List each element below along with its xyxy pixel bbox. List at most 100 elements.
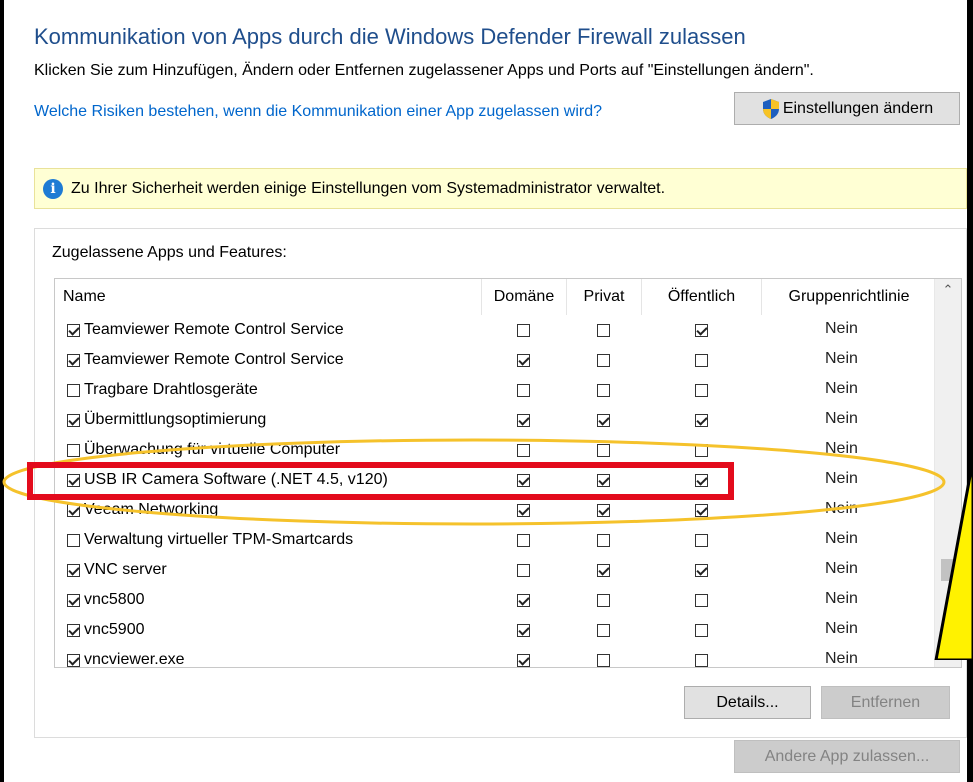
domain-checkbox[interactable] <box>517 474 530 487</box>
group-policy-value: Nein <box>825 590 858 607</box>
group-policy-value: Nein <box>825 440 858 457</box>
app-name: Teamviewer Remote Control Service <box>84 351 344 368</box>
app-row[interactable]: USB IR Camera Software (.NET 4.5, v120) N… <box>55 465 935 495</box>
domain-checkbox[interactable] <box>517 354 530 367</box>
app-enabled-checkbox[interactable] <box>67 383 80 397</box>
app-enabled-checkbox[interactable] <box>67 533 80 547</box>
app-name-cell: vnc5900 <box>67 615 145 645</box>
app-name-cell: Teamviewer Remote Control Service <box>67 345 344 375</box>
group-policy-value: Nein <box>825 620 858 637</box>
page-description: Klicken Sie zum Hinzufügen, Ändern oder … <box>34 62 814 79</box>
private-checkbox[interactable] <box>597 504 610 517</box>
domain-checkbox[interactable] <box>517 414 530 427</box>
public-checkbox[interactable] <box>695 354 708 367</box>
list-scrollbar[interactable]: ⌃ ⌄ <box>934 279 961 667</box>
app-row[interactable]: Übermittlungsoptimierung Nein <box>55 405 935 435</box>
remove-button[interactable]: Entfernen <box>821 686 950 719</box>
column-header-public[interactable]: Öffentlich <box>641 279 761 315</box>
app-name: Überwachung für virtuelle Computer <box>84 441 341 458</box>
allowed-apps-label: Zugelassene Apps und Features: <box>52 244 287 261</box>
risk-info-link[interactable]: Welche Risiken bestehen, wenn die Kommun… <box>34 102 694 122</box>
scroll-down-icon[interactable]: ⌄ <box>935 645 961 667</box>
change-settings-button[interactable]: Einstellungen ändern <box>734 92 960 125</box>
private-checkbox[interactable] <box>597 474 610 487</box>
domain-checkbox[interactable] <box>517 444 530 457</box>
app-enabled-checkbox[interactable] <box>67 473 80 487</box>
app-name: vnc5900 <box>84 621 145 638</box>
app-name-cell: Übermittlungsoptimierung <box>67 405 266 435</box>
add-other-app-button[interactable]: Andere App zulassen... <box>734 740 960 773</box>
domain-checkbox[interactable] <box>517 594 530 607</box>
domain-checkbox[interactable] <box>517 324 530 337</box>
app-enabled-checkbox[interactable] <box>67 593 80 607</box>
column-header-private[interactable]: Privat <box>566 279 641 315</box>
allowed-apps-list[interactable]: Name Domäne Privat Öffentlich Gruppenric… <box>54 278 962 668</box>
app-row[interactable]: Tragbare Drahtlosgeräte Nein <box>55 375 935 405</box>
public-checkbox[interactable] <box>695 504 708 517</box>
app-enabled-checkbox[interactable] <box>67 503 80 517</box>
public-checkbox[interactable] <box>695 324 708 337</box>
app-row[interactable]: Veeam Networking Nein <box>55 495 935 525</box>
domain-checkbox[interactable] <box>517 504 530 517</box>
private-checkbox[interactable] <box>597 414 610 427</box>
domain-checkbox[interactable] <box>517 564 530 577</box>
app-name: Teamviewer Remote Control Service <box>84 321 344 338</box>
app-enabled-checkbox[interactable] <box>67 353 80 367</box>
app-enabled-checkbox[interactable] <box>67 443 80 457</box>
public-checkbox[interactable] <box>695 444 708 457</box>
app-enabled-checkbox[interactable] <box>67 323 80 337</box>
domain-checkbox[interactable] <box>517 384 530 397</box>
app-name-cell: Teamviewer Remote Control Service <box>67 315 344 345</box>
public-checkbox[interactable] <box>695 564 708 577</box>
private-checkbox[interactable] <box>597 534 610 547</box>
uac-shield-icon <box>762 98 779 119</box>
public-checkbox[interactable] <box>695 474 708 487</box>
domain-checkbox[interactable] <box>517 654 530 667</box>
app-row[interactable]: Überwachung für virtuelle Computer Nein <box>55 435 935 465</box>
group-policy-value: Nein <box>825 530 858 547</box>
public-checkbox[interactable] <box>695 534 708 547</box>
app-name: VNC server <box>84 561 167 578</box>
column-header-name[interactable]: Name <box>55 279 481 315</box>
domain-checkbox[interactable] <box>517 624 530 637</box>
app-row[interactable]: Verwaltung virtueller TPM-Smartcards Nein <box>55 525 935 555</box>
private-checkbox[interactable] <box>597 564 610 577</box>
app-row[interactable]: Teamviewer Remote Control Service Nein <box>55 315 935 345</box>
page-title: Kommunikation von Apps durch die Windows… <box>34 24 746 49</box>
app-row[interactable]: vnc5800 Nein <box>55 585 935 615</box>
app-row[interactable]: vncviewer.exe Nein <box>55 645 935 668</box>
group-policy-value: Nein <box>825 350 858 367</box>
private-checkbox[interactable] <box>597 594 610 607</box>
public-checkbox[interactable] <box>695 654 708 667</box>
app-name: Veeam Networking <box>84 501 219 518</box>
private-checkbox[interactable] <box>597 384 610 397</box>
app-row[interactable]: vnc5900 Nein <box>55 615 935 645</box>
private-checkbox[interactable] <box>597 354 610 367</box>
app-row[interactable]: Teamviewer Remote Control Service Nein <box>55 345 935 375</box>
column-header-domain[interactable]: Domäne <box>481 279 566 315</box>
app-enabled-checkbox[interactable] <box>67 563 80 577</box>
domain-checkbox[interactable] <box>517 534 530 547</box>
private-checkbox[interactable] <box>597 654 610 667</box>
firewall-dialog: Kommunikation von Apps durch die Windows… <box>4 0 967 782</box>
app-name: vncviewer.exe <box>84 651 185 668</box>
column-header-group-policy[interactable]: Gruppenrichtlinie <box>761 279 936 315</box>
app-name-cell: USB IR Camera Software (.NET 4.5, v120) <box>67 465 388 495</box>
private-checkbox[interactable] <box>597 624 610 637</box>
private-checkbox[interactable] <box>597 324 610 337</box>
public-checkbox[interactable] <box>695 624 708 637</box>
app-name: Übermittlungsoptimierung <box>84 411 267 428</box>
app-enabled-checkbox[interactable] <box>67 623 80 637</box>
app-enabled-checkbox[interactable] <box>67 413 80 427</box>
app-row[interactable]: VNC server Nein <box>55 555 935 585</box>
public-checkbox[interactable] <box>695 384 708 397</box>
public-checkbox[interactable] <box>695 594 708 607</box>
app-enabled-checkbox[interactable] <box>67 653 80 667</box>
scroll-up-icon[interactable]: ⌃ <box>935 279 961 301</box>
app-rows: Teamviewer Remote Control Service Nein Tea… <box>55 315 935 668</box>
private-checkbox[interactable] <box>597 444 610 457</box>
scroll-thumb[interactable] <box>941 559 955 581</box>
public-checkbox[interactable] <box>695 414 708 427</box>
info-bar-text: Zu Ihrer Sicherheit werden einige Einste… <box>71 179 666 197</box>
details-button[interactable]: Details... <box>684 686 811 719</box>
